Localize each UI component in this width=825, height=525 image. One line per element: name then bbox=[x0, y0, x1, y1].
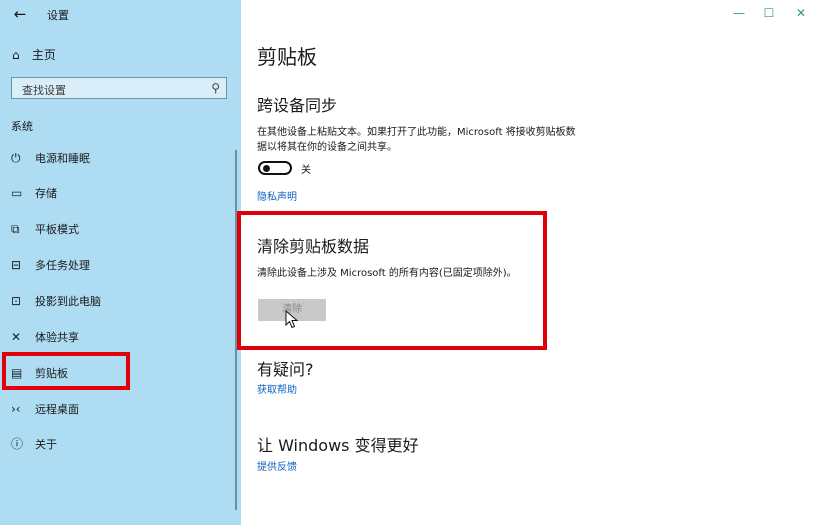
sidebar-item-storage[interactable]: ▭ 存储 bbox=[11, 183, 57, 203]
remote-desktop-icon: ›‹ bbox=[11, 402, 21, 416]
sidebar-item-label: 存储 bbox=[35, 187, 57, 200]
multitasking-icon: ⊟ bbox=[11, 258, 22, 272]
highlight-box-clipboard bbox=[2, 352, 130, 390]
section-label: 系统 bbox=[11, 120, 33, 133]
highlight-box-clear-section bbox=[237, 211, 547, 350]
sync-description-line2: 据以将其在你的设备之间共享。 bbox=[257, 142, 397, 153]
sidebar-item-tablet-mode[interactable]: ⧉ 平板模式 bbox=[11, 219, 79, 239]
get-help-link[interactable]: 获取帮助 bbox=[257, 381, 297, 396]
search-placeholder: 查找设置 bbox=[22, 84, 66, 97]
storage-icon: ▭ bbox=[11, 186, 23, 200]
sidebar-item-label: 平板模式 bbox=[35, 223, 79, 236]
page-title: 剪贴板 bbox=[257, 45, 317, 69]
sidebar: ← 设置 ⌂ 主页 查找设置 ⚲ 系统 ⏻ 电源和睡眠 ▭ 存储 ⧉ 平板模式 ⊟ 多任… bbox=[0, 0, 241, 525]
power-icon: ⏻ bbox=[11, 151, 21, 165]
shared-experiences-icon: ✕ bbox=[11, 330, 22, 344]
sync-toggle[interactable] bbox=[258, 161, 292, 175]
sidebar-item-power-sleep[interactable]: ⏻ 电源和睡眠 bbox=[11, 148, 90, 168]
sidebar-item-label: 电源和睡眠 bbox=[35, 152, 90, 165]
search-input[interactable]: 查找设置 ⚲ bbox=[11, 77, 227, 99]
sidebar-item-home[interactable]: ⌂ 主页 bbox=[12, 46, 56, 63]
improve-heading: 让 Windows 变得更好 bbox=[257, 436, 419, 455]
sidebar-item-label: 多任务处理 bbox=[35, 259, 90, 272]
maximize-icon[interactable]: ☐ bbox=[758, 4, 780, 22]
toggle-knob bbox=[263, 165, 270, 172]
back-arrow-icon[interactable]: ← bbox=[10, 4, 30, 24]
sync-toggle-label: 关 bbox=[301, 165, 311, 176]
sidebar-item-label: 体验共享 bbox=[35, 331, 79, 344]
sidebar-item-remote-desktop[interactable]: ›‹ 远程桌面 bbox=[11, 399, 79, 419]
close-icon[interactable]: ✕ bbox=[790, 4, 812, 22]
sidebar-item-multitasking[interactable]: ⊟ 多任务处理 bbox=[11, 255, 90, 275]
projector-icon: ⊡ bbox=[11, 294, 22, 308]
sync-heading: 跨设备同步 bbox=[257, 96, 338, 115]
sidebar-item-label: 投影到此电脑 bbox=[35, 295, 101, 308]
minimize-icon[interactable]: — bbox=[728, 4, 750, 22]
sync-description-line1: 在其他设备上粘贴文本。如果打开了此功能，Microsoft 将接收剪贴板数 bbox=[257, 127, 576, 138]
home-icon: ⌂ bbox=[12, 48, 20, 62]
home-label: 主页 bbox=[31, 48, 56, 62]
sidebar-item-label: 远程桌面 bbox=[35, 403, 79, 416]
sidebar-item-project-to-pc[interactable]: ⊡ 投影到此电脑 bbox=[11, 291, 101, 311]
sidebar-item-shared-experiences[interactable]: ✕ 体验共享 bbox=[11, 327, 79, 347]
search-icon[interactable]: ⚲ bbox=[211, 81, 220, 95]
sidebar-item-label: 关于 bbox=[35, 438, 57, 451]
title-bar: ← 设置 bbox=[0, 0, 241, 28]
window-title: 设置 bbox=[47, 9, 69, 22]
tablet-icon: ⧉ bbox=[11, 222, 20, 236]
info-icon: ⓘ bbox=[11, 437, 24, 451]
privacy-link[interactable]: 隐私声明 bbox=[257, 188, 297, 203]
feedback-link[interactable]: 提供反馈 bbox=[257, 458, 297, 473]
questions-heading: 有疑问? bbox=[257, 360, 314, 379]
sidebar-item-about[interactable]: ⓘ 关于 bbox=[11, 434, 57, 454]
